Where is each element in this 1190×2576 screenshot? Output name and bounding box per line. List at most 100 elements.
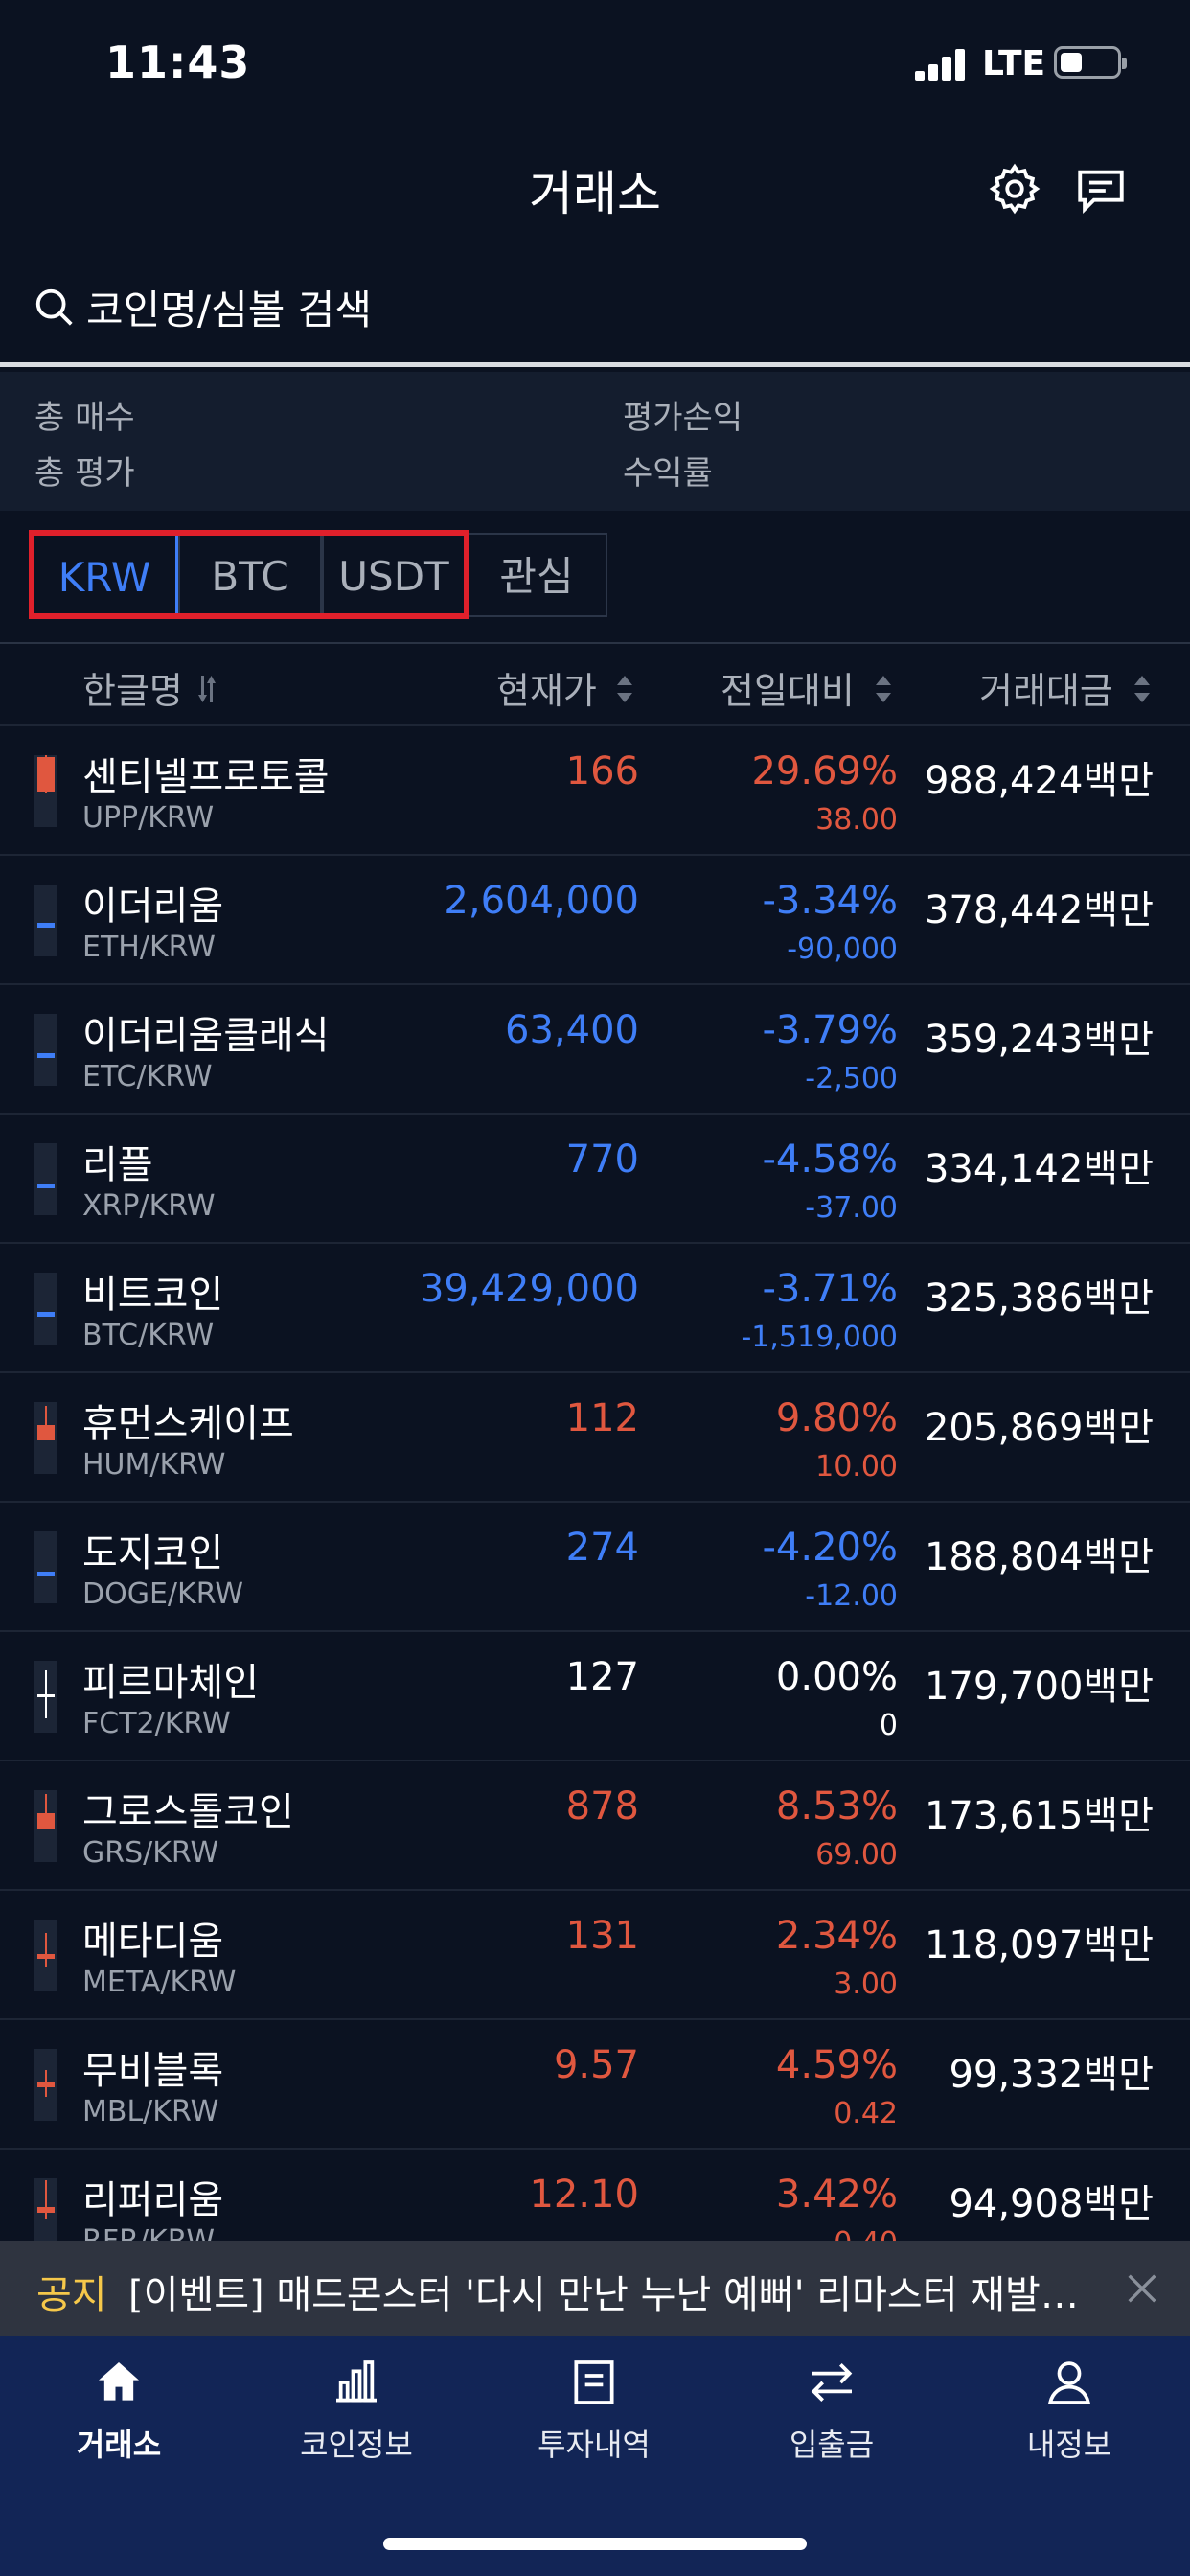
change-amount: -2,500 <box>805 1062 898 1095</box>
col-name[interactable]: 한글명 <box>82 661 183 714</box>
change-percent: -3.79% <box>762 1008 898 1052</box>
candle-icon <box>34 1790 57 1862</box>
change-percent: -4.20% <box>762 1526 898 1570</box>
current-price: 127 <box>565 1655 639 1699</box>
coin-name: 이더리움 <box>82 885 224 929</box>
trade-volume: 378,442백만 <box>924 888 1154 932</box>
table-row[interactable]: 피르마체인 FCT2/KRW 127 0.00% 0 179,700백만 <box>0 1632 1190 1761</box>
nav-label: 입출금 <box>789 2426 875 2463</box>
nav-coin-info[interactable]: 코인정보 <box>238 2356 475 2490</box>
tab-krw[interactable]: KRW <box>31 533 178 617</box>
notice-label: 공지 <box>36 2273 107 2317</box>
sort-icon[interactable] <box>874 673 893 705</box>
return-rate-label: 수익률 <box>623 454 713 493</box>
tab-favorites[interactable]: 관심 <box>466 533 607 617</box>
candle-icon <box>34 1143 57 1215</box>
portfolio-summary: 총 매수 총 평가 평가손익 수익률 <box>0 372 1190 511</box>
coin-name: 센티넬프로토콜 <box>82 755 330 799</box>
trade-volume: 325,386백만 <box>924 1276 1154 1321</box>
change-percent: -3.71% <box>762 1267 898 1311</box>
current-price: 63,400 <box>505 1008 639 1052</box>
coin-name: 리플 <box>82 1143 153 1187</box>
candle-icon <box>34 1920 57 1991</box>
notice-text[interactable]: [이벤트] 매드몬스터 '다시 만난 누난 예뻐' 리마스터 재발매 기념 이벤… <box>128 2264 1096 2319</box>
nav-my-info[interactable]: 내정보 <box>950 2356 1188 2490</box>
total-eval-label: 총 평가 <box>34 454 135 493</box>
coin-name: 메타디움 <box>82 1920 224 1964</box>
trade-volume: 179,700백만 <box>924 1665 1154 1709</box>
header: 거래소 <box>0 144 1190 235</box>
trade-volume: 188,804백만 <box>924 1535 1154 1579</box>
nav-label: 거래소 <box>76 2426 162 2463</box>
gear-icon[interactable] <box>987 161 1042 217</box>
table-row[interactable]: 이더리움클래식 ETC/KRW 63,400 -3.79% -2,500 359… <box>0 985 1190 1115</box>
current-price: 39,429,000 <box>419 1267 639 1311</box>
trade-volume: 205,869백만 <box>924 1406 1154 1450</box>
coin-name: 휴먼스케이프 <box>82 1402 294 1446</box>
swap-icon[interactable] <box>197 673 217 705</box>
coin-symbol: ETH/KRW <box>82 931 216 964</box>
table-row[interactable]: 메타디움 META/KRW 131 2.34% 3.00 118,097백만 <box>0 1891 1190 2020</box>
sort-icon[interactable] <box>1133 673 1152 705</box>
close-icon[interactable] <box>1123 2269 1161 2308</box>
table-row[interactable]: 이더리움 ETH/KRW 2,604,000 -3.34% -90,000 37… <box>0 856 1190 985</box>
current-price: 131 <box>565 1914 639 1958</box>
coin-symbol: XRP/KRW <box>82 1189 216 1223</box>
total-buy-label: 총 매수 <box>34 399 135 437</box>
current-price: 112 <box>565 1396 639 1440</box>
signal-icon <box>915 48 971 80</box>
change-amount: -1,519,000 <box>741 1321 898 1354</box>
table-row[interactable]: 센티넬프로토콜 UPP/KRW 166 29.69% 38.00 988,424… <box>0 726 1190 856</box>
table-row[interactable]: 비트코인 BTC/KRW 39,429,000 -3.71% -1,519,00… <box>0 1244 1190 1373</box>
change-amount: 69.00 <box>815 1838 898 1872</box>
search-underline <box>0 362 1190 367</box>
tab-usdt[interactable]: USDT <box>322 533 466 617</box>
battery-icon <box>1054 46 1127 79</box>
eval-pnl-label: 평가손익 <box>623 399 744 437</box>
nav-exchange[interactable]: 거래소 <box>0 2356 238 2490</box>
coin-symbol: MBL/KRW <box>82 2095 219 2128</box>
table-row[interactable]: 도지코인 DOGE/KRW 274 -4.20% -12.00 188,804백… <box>0 1503 1190 1632</box>
notice-banner[interactable]: 공지 [이벤트] 매드몬스터 '다시 만난 누난 예뻐' 리마스터 재발매 기념… <box>0 2241 1190 2336</box>
column-header: 한글명 현재가 전일대비 거래대금 <box>0 642 1190 726</box>
trade-volume: 334,142백만 <box>924 1147 1154 1191</box>
nav-label: 코인정보 <box>300 2426 413 2463</box>
tab-btc[interactable]: BTC <box>178 533 322 617</box>
coin-symbol: UPP/KRW <box>82 801 215 835</box>
nav-investment-history[interactable]: 투자내역 <box>475 2356 713 2490</box>
candle-icon <box>34 1014 57 1086</box>
search-bar <box>0 268 1190 364</box>
table-row[interactable]: 무비블록 MBL/KRW 9.57 4.59% 0.42 99,332백만 <box>0 2020 1190 2150</box>
col-price[interactable]: 현재가 <box>496 661 597 714</box>
home-icon <box>99 2362 139 2401</box>
candle-icon <box>34 1531 57 1603</box>
coin-symbol: BTC/KRW <box>82 1319 215 1352</box>
change-amount: -90,000 <box>787 932 898 966</box>
change-percent: -4.58% <box>762 1138 898 1182</box>
coin-name: 무비블록 <box>82 2049 224 2093</box>
col-change[interactable]: 전일대비 <box>721 661 855 714</box>
candle-icon <box>34 2049 57 2121</box>
chat-icon[interactable] <box>1073 163 1129 218</box>
table-row[interactable]: 그로스톨코인 GRS/KRW 878 8.53% 69.00 173,615백만 <box>0 1761 1190 1891</box>
table-row[interactable]: 휴먼스케이프 HUM/KRW 112 9.80% 10.00 205,869백만 <box>0 1373 1190 1503</box>
nav-deposit-withdraw[interactable]: 입출금 <box>713 2356 950 2490</box>
change-amount: 3.00 <box>834 1967 898 2001</box>
home-indicator[interactable] <box>383 2538 807 2550</box>
current-price: 12.10 <box>529 2173 639 2217</box>
coin-symbol: GRS/KRW <box>82 1836 219 1870</box>
sort-icon[interactable] <box>615 673 634 705</box>
search-input[interactable] <box>84 280 1142 339</box>
change-amount: -37.00 <box>805 1191 898 1225</box>
trade-volume: 173,615백만 <box>924 1794 1154 1838</box>
coin-name: 도지코인 <box>82 1531 224 1576</box>
candle-icon <box>34 1661 57 1733</box>
change-amount: 38.00 <box>815 803 898 837</box>
nav-label: 내정보 <box>1026 2426 1112 2463</box>
coin-name: 리퍼리움 <box>82 2178 224 2222</box>
col-volume[interactable]: 거래대금 <box>979 661 1113 714</box>
change-amount: 0 <box>879 1709 898 1742</box>
candle-icon <box>34 755 57 827</box>
table-row[interactable]: 리플 XRP/KRW 770 -4.58% -37.00 334,142백만 <box>0 1115 1190 1244</box>
trade-volume: 988,424백만 <box>924 759 1154 803</box>
